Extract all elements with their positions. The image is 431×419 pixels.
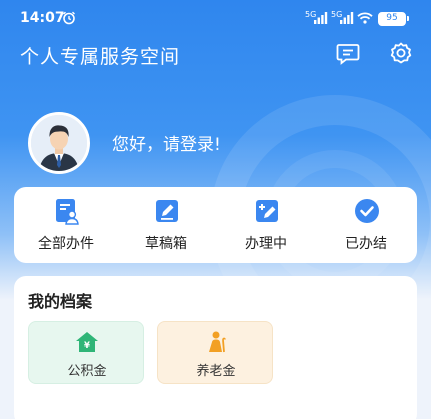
- alarm-icon: [63, 11, 75, 25]
- document-user-icon: [56, 199, 79, 225]
- avatar[interactable]: [28, 112, 90, 174]
- processing-edit-icon: [256, 200, 278, 222]
- drafts-label: 草稿箱: [145, 236, 187, 252]
- archive-title: 我的档案: [28, 292, 93, 311]
- pension-tile[interactable]: 养老金: [157, 321, 273, 384]
- check-circle-icon: [355, 199, 379, 223]
- battery-indicator: 95: [378, 12, 409, 26]
- user-avatar-icon: [31, 115, 87, 171]
- page-title: 个人专属服务空间: [20, 46, 181, 68]
- drafts-button[interactable]: 草稿箱: [116, 187, 216, 263]
- settings-gear-icon[interactable]: [388, 41, 414, 67]
- all-cases-button[interactable]: 全部办件: [16, 187, 116, 263]
- completed-button[interactable]: 已办结: [316, 187, 416, 263]
- housing-fund-label: 公积金: [67, 364, 107, 379]
- message-icon[interactable]: [335, 41, 361, 67]
- signal-strength-icon: [340, 12, 354, 24]
- all-cases-label: 全部办件: [38, 236, 94, 252]
- pension-elder-icon: [209, 331, 226, 353]
- in-progress-label: 办理中: [245, 236, 287, 252]
- edit-draft-icon: [156, 200, 178, 222]
- my-archive-card: 我的档案 ¥ 公积金 养老金: [14, 276, 417, 419]
- signal-strength-icon: [314, 12, 328, 24]
- in-progress-button[interactable]: 办理中: [216, 187, 316, 263]
- housing-fund-tile[interactable]: ¥ 公积金: [28, 321, 144, 384]
- login-greeting[interactable]: 您好，请登录!: [112, 130, 221, 155]
- completed-label: 已办结: [345, 236, 387, 252]
- status-time: 14:07: [20, 10, 65, 26]
- pension-label: 养老金: [196, 364, 236, 379]
- quick-actions-card: 全部办件 草稿箱 办理中 已办结: [14, 187, 417, 263]
- housing-fund-icon: ¥: [76, 332, 98, 352]
- svg-text:¥: ¥: [84, 341, 90, 351]
- status-bar: 14:07 5G 5G 95: [0, 0, 431, 36]
- wifi-icon: [357, 12, 373, 24]
